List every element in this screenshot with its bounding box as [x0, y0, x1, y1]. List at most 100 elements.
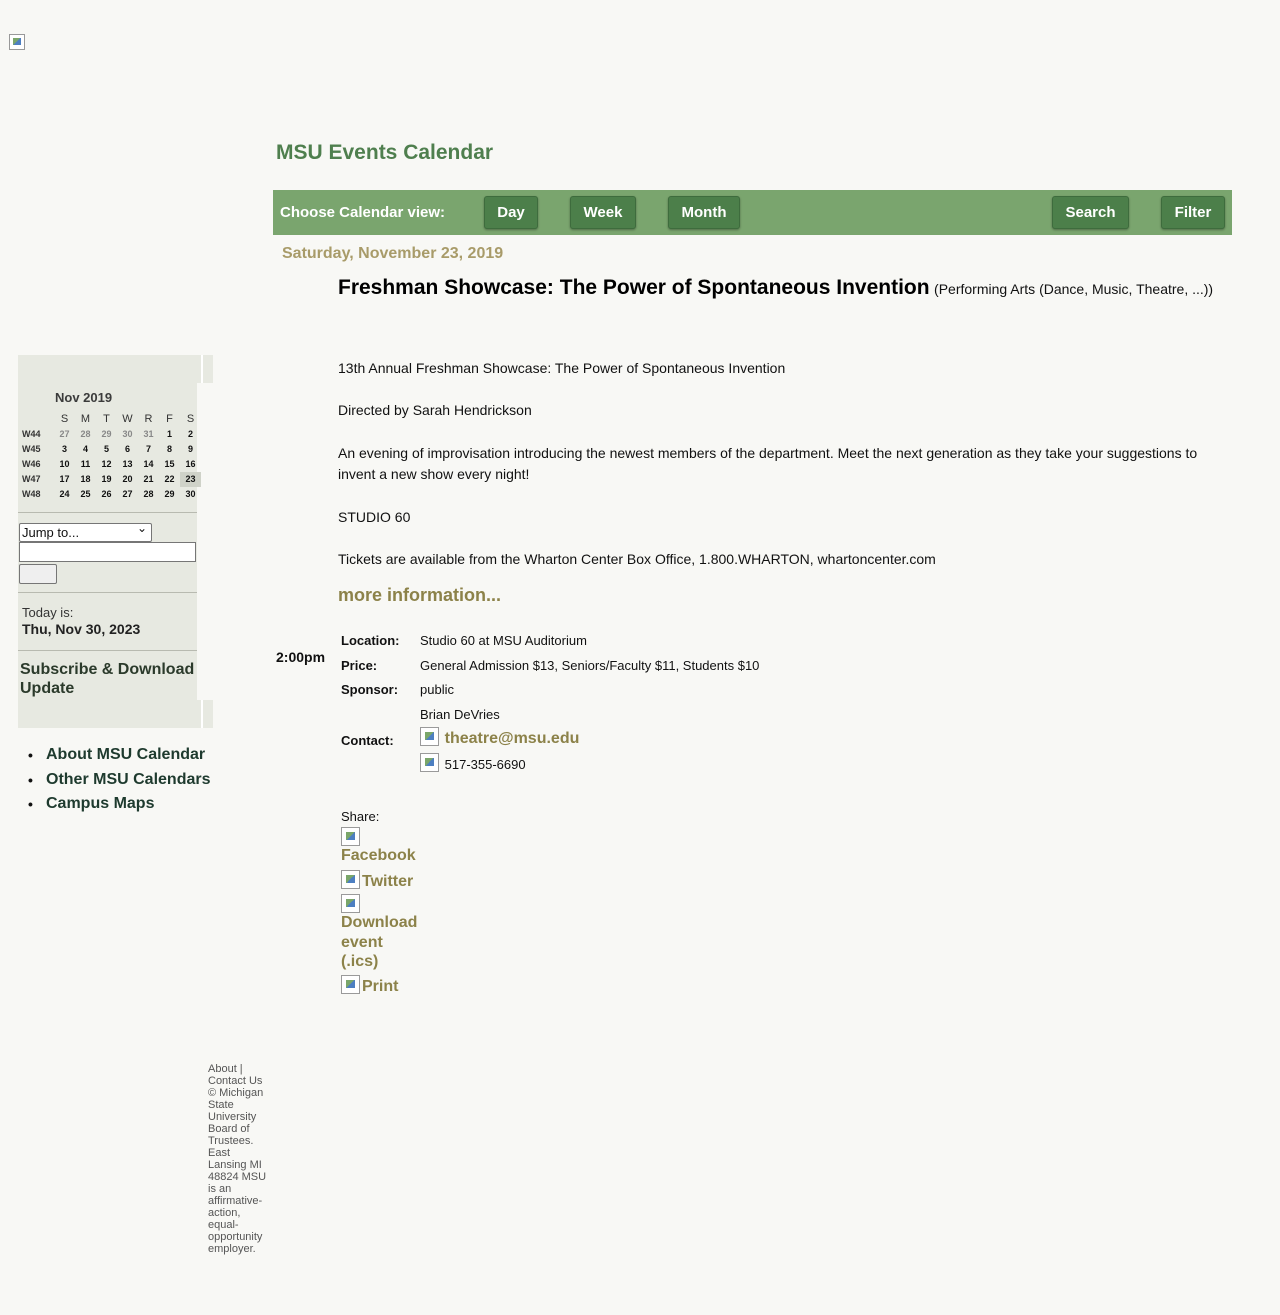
- today-label: Today is:: [22, 605, 74, 620]
- search-button[interactable]: Search: [1052, 196, 1129, 229]
- calendar-day[interactable]: 3: [54, 442, 75, 457]
- event-time: 2:00pm: [276, 649, 326, 665]
- footer: About | Contact Us © Michigan State Univ…: [208, 1063, 267, 1255]
- calendar-day[interactable]: 24: [54, 487, 75, 502]
- calendar-day-header: T: [103, 413, 110, 425]
- calendar-day[interactable]: 27: [117, 487, 138, 502]
- calendar-day[interactable]: 26: [96, 487, 117, 502]
- calendar-day[interactable]: 31: [138, 427, 159, 442]
- calendar-day-header: S: [186, 413, 195, 425]
- side-links: About MSU Calendar Other MSU Calendars C…: [28, 744, 211, 818]
- sponsor-label: Sponsor:: [341, 682, 399, 697]
- calendar-day[interactable]: 23: [180, 472, 201, 487]
- calendar-day[interactable]: 19: [96, 472, 117, 487]
- event-title: Freshman Showcase: The Power of Spontane…: [338, 276, 930, 299]
- calendar-day[interactable]: 5: [96, 442, 117, 457]
- jump-to-select[interactable]: Jump to...: [19, 520, 152, 542]
- other-msu-calendars-link[interactable]: Other MSU Calendars: [28, 769, 211, 794]
- calendar-day[interactable]: 17: [54, 472, 75, 487]
- calendar-day[interactable]: 1: [159, 427, 180, 442]
- day-view-button[interactable]: Day: [484, 196, 538, 229]
- calendar-day[interactable]: 14: [138, 457, 159, 472]
- calendar-week-link[interactable]: W44: [22, 427, 46, 442]
- location-label: Location:: [341, 633, 400, 648]
- calendar-day[interactable]: 15: [159, 457, 180, 472]
- calendar-day[interactable]: 2: [180, 427, 201, 442]
- calendar-day-header: F: [166, 413, 173, 425]
- contact-name: Brian DeVries: [420, 707, 500, 722]
- twitter-icon: [341, 869, 360, 889]
- calendar-day[interactable]: 29: [159, 487, 180, 502]
- sidebar-bottom-band: [18, 700, 213, 728]
- contact-phone: 517-355-6690: [444, 757, 526, 772]
- about-msu-calendar-link[interactable]: About MSU Calendar: [28, 744, 210, 769]
- contact-label: Contact:: [341, 733, 394, 748]
- toolbar-label: Choose Calendar view:: [280, 204, 446, 221]
- calendar-day[interactable]: 13: [117, 457, 138, 472]
- sponsor-value: public: [420, 682, 454, 697]
- msu-logo-image[interactable]: [9, 34, 25, 50]
- today-date: Thu, Nov 30, 2023: [22, 621, 141, 637]
- event-entry: Freshman Showcase: The Power of Spontane…: [338, 275, 1218, 567]
- sidebar-top-band: [18, 355, 213, 383]
- event-paragraph: Tickets are available from the Wharton C…: [338, 551, 936, 567]
- event-paragraph: STUDIO 60: [338, 509, 411, 525]
- calendar-week-link[interactable]: W46: [22, 457, 46, 472]
- divider: [18, 650, 197, 651]
- share-label: Share:: [341, 809, 380, 824]
- calendar-day[interactable]: 9: [180, 442, 201, 457]
- calendar-day[interactable]: 28: [75, 427, 96, 442]
- mini-calendar-month: Nov 2019: [55, 390, 113, 405]
- price-label: Price:: [341, 658, 378, 673]
- calendar-day[interactable]: 22: [159, 472, 180, 487]
- share-panel: Share: Facebook Twitter Download event (…: [341, 809, 431, 996]
- print-link[interactable]: Print: [362, 978, 398, 995]
- download-ics-link[interactable]: Download event (.ics): [341, 913, 421, 972]
- phone-icon: [420, 753, 439, 772]
- calendar-day[interactable]: 21: [138, 472, 159, 487]
- event-paragraph: An evening of improvisation introducing …: [338, 445, 1198, 482]
- week-view-button[interactable]: Week: [570, 196, 636, 229]
- price-value: General Admission $13, Seniors/Faculty $…: [420, 658, 760, 673]
- download-icon: [341, 894, 360, 913]
- calendar-day[interactable]: 8: [159, 442, 180, 457]
- divider: [18, 592, 197, 593]
- calendar-day[interactable]: 16: [180, 457, 201, 472]
- jump-to-date-input[interactable]: [19, 542, 196, 562]
- calendar-day[interactable]: 10: [54, 457, 75, 472]
- calendar-day[interactable]: 28: [138, 487, 159, 502]
- twitter-share-link[interactable]: Twitter: [362, 873, 413, 890]
- calendar-day[interactable]: 20: [117, 472, 138, 487]
- calendar-week-link[interactable]: W48: [22, 487, 46, 502]
- event-paragraph: 13th Annual Freshman Showcase: The Power…: [338, 360, 786, 376]
- contact-email-link[interactable]: theatre@msu.edu: [445, 730, 580, 747]
- facebook-share-link[interactable]: Facebook: [341, 846, 431, 866]
- calendar-day-header: M: [80, 413, 91, 425]
- filter-button[interactable]: Filter: [1161, 196, 1225, 229]
- calendar-day[interactable]: 29: [96, 427, 117, 442]
- page-title: MSU Events Calendar: [276, 141, 494, 164]
- divider: [18, 512, 197, 513]
- date-heading: Saturday, November 23, 2019: [282, 245, 504, 262]
- calendar-day[interactable]: 4: [75, 442, 96, 457]
- jump-go-button[interactable]: [19, 564, 57, 584]
- calendar-day[interactable]: 12: [96, 457, 117, 472]
- calendar-week-link[interactable]: W47: [22, 472, 46, 487]
- calendar-view-toolbar: Choose Calendar view: Day Week Month Sea…: [273, 190, 1232, 235]
- calendar-day[interactable]: 7: [138, 442, 159, 457]
- month-view-button[interactable]: Month: [668, 196, 740, 229]
- calendar-day[interactable]: 11: [75, 457, 96, 472]
- calendar-week-link[interactable]: W45: [22, 442, 46, 457]
- sidebar: Nov 2019 S M T W R F S W44 27 28 29 30 31 1 2 W45 3 4 5 6 7 8…: [18, 355, 213, 728]
- print-icon: [341, 974, 360, 994]
- more-information-link[interactable]: more information...: [338, 585, 501, 606]
- calendar-day[interactable]: 25: [75, 487, 96, 502]
- calendar-day[interactable]: 6: [117, 442, 138, 457]
- calendar-day[interactable]: 27: [54, 427, 75, 442]
- calendar-day[interactable]: 30: [180, 487, 201, 502]
- subscribe-download-link[interactable]: Subscribe & Download Update: [20, 660, 205, 698]
- calendar-day[interactable]: 30: [117, 427, 138, 442]
- calendar-day-header: W: [122, 413, 133, 425]
- calendar-day[interactable]: 18: [75, 472, 96, 487]
- campus-maps-link[interactable]: Campus Maps: [28, 793, 210, 818]
